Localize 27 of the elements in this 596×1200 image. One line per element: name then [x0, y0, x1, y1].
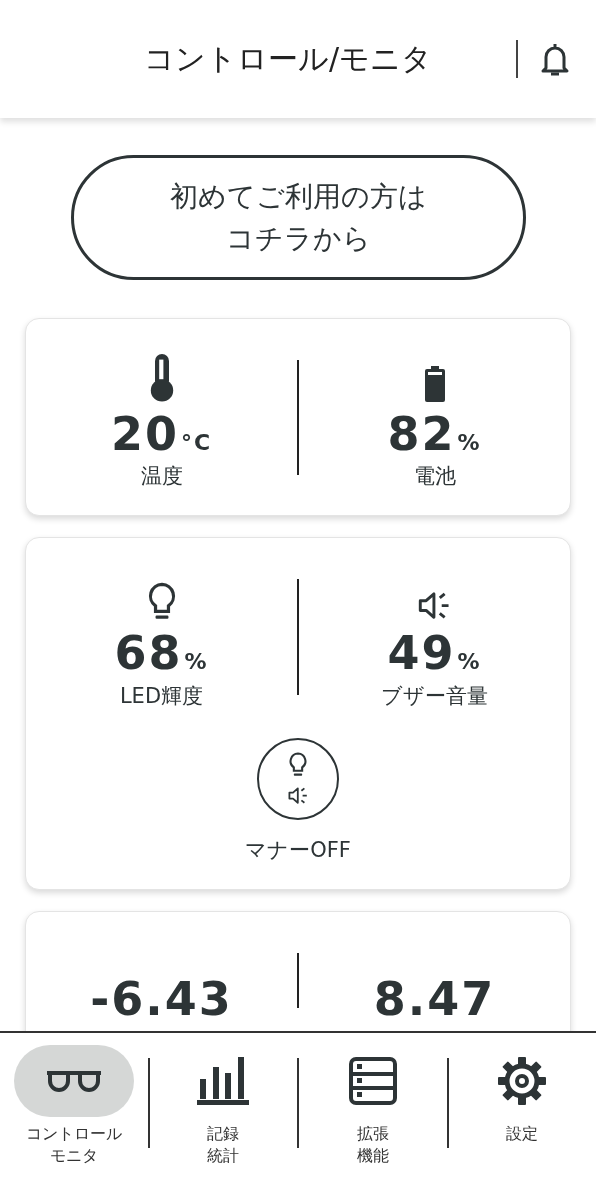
bar-chart-icon: [197, 1057, 250, 1105]
metric-label: ブザー音量: [381, 682, 488, 710]
settings-icon: [497, 1056, 548, 1106]
nav-tab[interactable]: 記録 統計: [149, 1045, 297, 1200]
manner-mode-label: マナーOFF: [245, 836, 351, 864]
metric-value: -6.43: [90, 974, 233, 1023]
speaker-icon: [417, 590, 452, 622]
glasses-icon: [44, 1069, 103, 1093]
battery-icon: [424, 366, 445, 402]
metric-value: 8.47: [373, 974, 496, 1023]
metric-value: 49%: [387, 629, 482, 678]
nav-tab[interactable]: 設定: [448, 1045, 596, 1200]
intro-button[interactable]: 初めてご利用の方は コチラから: [70, 155, 526, 280]
bell-icon[interactable]: [540, 41, 570, 77]
page-title: コントロール/モニタ: [142, 39, 434, 78]
lightbulb-icon: [147, 582, 176, 622]
speaker-icon: [287, 785, 309, 805]
nav-tab[interactable]: 拡張 機能: [299, 1045, 447, 1200]
metric-value: 68%: [114, 629, 209, 678]
list-icon: [348, 1057, 397, 1105]
nav-tab[interactable]: コントロール モニタ: [0, 1045, 148, 1200]
lightbulb-icon: [289, 752, 307, 778]
metric-label: 電池: [413, 463, 456, 491]
metric-value: 20°C: [110, 410, 213, 459]
metric-label: LED輝度: [119, 682, 204, 710]
metric-label: 温度: [140, 463, 183, 491]
metric-value: 82%: [387, 410, 482, 459]
